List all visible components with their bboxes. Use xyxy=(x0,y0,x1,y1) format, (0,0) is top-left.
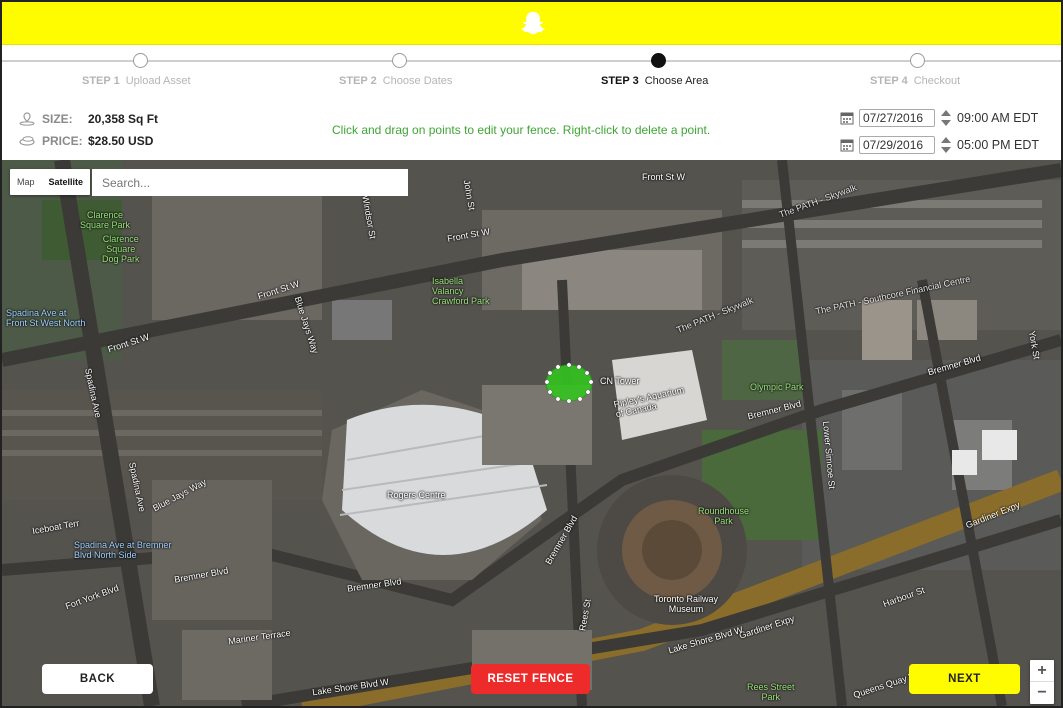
stepper-track xyxy=(2,60,1061,62)
map-label-rees-park: Rees Street Park xyxy=(747,682,795,702)
end-time[interactable]: 05:00 PM EDT xyxy=(957,138,1039,152)
step-3-dot xyxy=(651,53,666,68)
step-4-number: STEP 4 xyxy=(870,75,908,87)
reset-fence-button[interactable]: RESET FENCE xyxy=(471,664,590,694)
start-time[interactable]: 09:00 AM EDT xyxy=(957,111,1038,125)
map-label-roundhouse-park: Roundhouse Park xyxy=(698,506,750,526)
map-type-satellite-button[interactable]: Satellite xyxy=(42,169,91,195)
end-date-input[interactable] xyxy=(859,136,935,154)
size-value: 20,358 Sq Ft xyxy=(88,112,159,126)
price-label: PRICE: xyxy=(42,134,83,148)
zoom-control: + − xyxy=(1030,660,1054,704)
map-label-clarence-dog-park: Clarence Square Dog Park xyxy=(102,234,140,264)
step-4-dot xyxy=(910,53,925,68)
fence-instruction: Click and drag on points to edit your fe… xyxy=(332,123,711,137)
satellite-map[interactable]: Front St W Front St W Front St W Front S… xyxy=(2,160,1061,706)
map-label-front-st-w: Front St W xyxy=(642,172,686,182)
step-1-dot xyxy=(133,53,148,68)
snapchat-ghost-icon xyxy=(521,11,545,35)
next-button[interactable]: NEXT xyxy=(909,664,1020,694)
app-window: STEP 1 Upload Asset STEP 2 Choose Dates ST… xyxy=(0,0,1063,708)
step-1-label: Upload Asset xyxy=(125,75,191,87)
map-label-railway-museum: Toronto Railway Museum xyxy=(654,594,719,614)
step-1-number: STEP 1 xyxy=(82,75,120,87)
progress-stepper: STEP 1 Upload Asset STEP 2 Choose Dates ST… xyxy=(2,45,1061,93)
map-label-spadina-front-stop: Spadina Ave at Front St West North xyxy=(6,308,86,328)
step-2-label: Choose Dates xyxy=(382,75,453,87)
map-label-olympic-park: Olympic Park xyxy=(750,382,804,392)
size-label: SIZE: xyxy=(42,112,73,126)
end-time-stepper-icon[interactable] xyxy=(940,136,952,154)
zoom-out-button[interactable]: − xyxy=(1030,682,1054,704)
map-type-map-button[interactable]: Map xyxy=(10,169,42,195)
coins-icon xyxy=(19,136,35,146)
map-label-spadina-bremner-stop: Spadina Ave at Bremner Blvd North Side xyxy=(74,540,172,560)
step-2-number: STEP 2 xyxy=(339,75,377,87)
map-imagery xyxy=(2,160,1061,706)
step-3-label: Choose Area xyxy=(644,75,709,87)
start-time-stepper-icon[interactable] xyxy=(940,109,952,127)
start-datetime: 09:00 AM EDT xyxy=(840,108,1038,128)
step-2-dot xyxy=(392,53,407,68)
calendar-icon[interactable] xyxy=(840,111,854,125)
size-row: SIZE: 20,358 Sq Ft xyxy=(18,109,158,129)
fence-info-bar: SIZE: 20,358 Sq Ft PRICE: $28.50 USD Cli… xyxy=(2,102,1061,160)
map-pin-icon xyxy=(19,112,35,126)
price-value: $28.50 USD xyxy=(88,134,154,148)
step-4-label: Checkout xyxy=(913,75,961,87)
map-label-isabella-park: Isabella Valancy Crawford Park xyxy=(432,276,490,306)
map-label-clarence-park: Clarence Square Park xyxy=(80,210,131,230)
back-button[interactable]: BACK xyxy=(42,664,153,694)
top-bar xyxy=(2,2,1061,45)
calendar-icon[interactable] xyxy=(840,138,854,152)
step-3-number: STEP 3 xyxy=(601,75,639,87)
zoom-in-button[interactable]: + xyxy=(1030,660,1054,682)
map-search-input[interactable] xyxy=(92,169,408,196)
map-type-toggle: Map Satellite xyxy=(10,169,91,195)
map-label-rogers-centre: Rogers Centre xyxy=(387,490,446,500)
price-row: PRICE: $28.50 USD xyxy=(18,131,153,151)
start-date-input[interactable] xyxy=(859,109,935,127)
geofence-polygon[interactable] xyxy=(542,360,612,410)
end-datetime: 05:00 PM EDT xyxy=(840,135,1039,155)
